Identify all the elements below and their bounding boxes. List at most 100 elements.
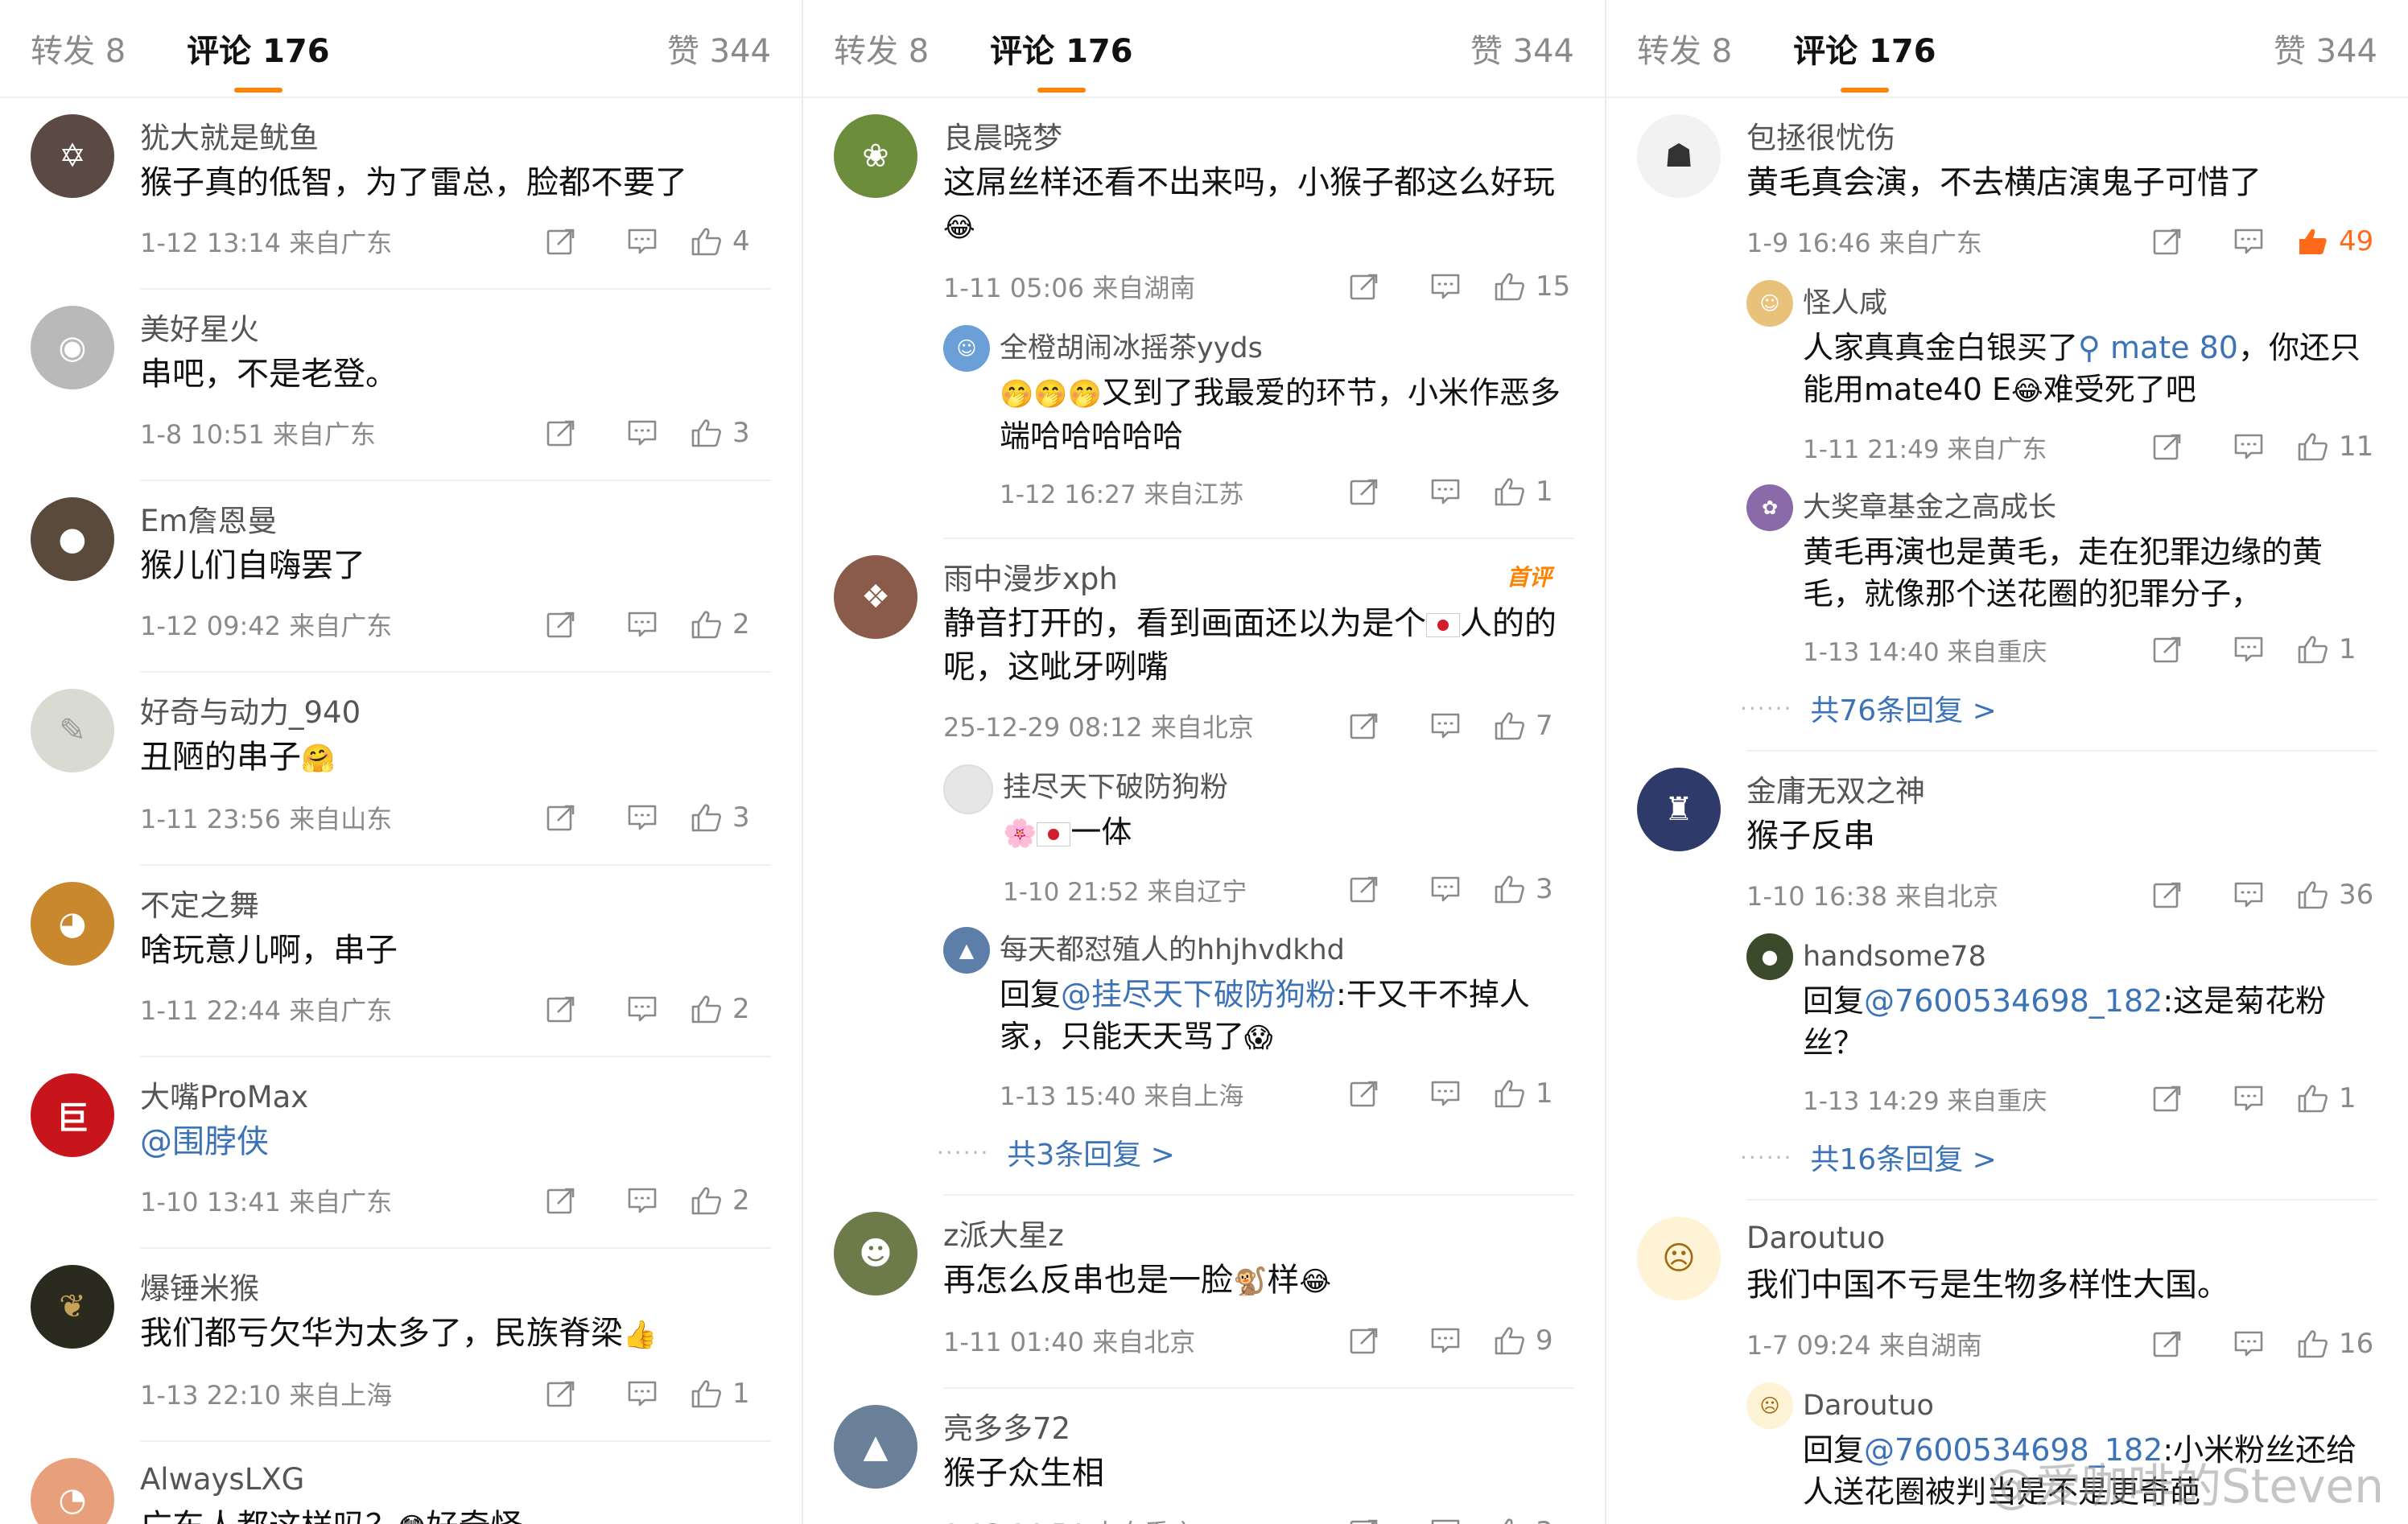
reply-button[interactable] xyxy=(2208,1083,2289,1114)
share-button[interactable] xyxy=(522,1378,602,1409)
share-button[interactable] xyxy=(522,609,602,640)
like-button[interactable]: 1 xyxy=(1494,476,1574,508)
reply-avatar[interactable]: ☹ xyxy=(1746,1382,1793,1429)
share-button[interactable] xyxy=(522,226,602,257)
share-button[interactable] xyxy=(2128,226,2208,257)
like-button[interactable]: 49 xyxy=(2297,225,2377,257)
like-button[interactable]: 16 xyxy=(2297,1328,2377,1360)
reply-button[interactable] xyxy=(602,226,682,257)
reply-button[interactable] xyxy=(2208,1328,2289,1359)
reply-username[interactable]: 全橙胡闹冰摇茶yyds xyxy=(1000,325,1574,372)
share-button[interactable] xyxy=(1325,1078,1405,1109)
reply-button[interactable] xyxy=(602,802,682,833)
avatar[interactable]: ◉ xyxy=(31,306,114,389)
reply-username[interactable]: 大奖章基金之高成长 xyxy=(1803,484,2377,531)
reply-button[interactable] xyxy=(1405,476,1486,507)
avatar[interactable]: ▲ xyxy=(834,1405,917,1489)
reply-avatar[interactable] xyxy=(943,764,993,814)
username[interactable]: Daroutuo xyxy=(1746,1221,1885,1255)
reply-button[interactable] xyxy=(602,994,682,1024)
reply-button[interactable] xyxy=(602,1378,682,1409)
like-button[interactable]: 4 xyxy=(691,225,771,257)
reply-button[interactable] xyxy=(602,1185,682,1216)
reply-username[interactable]: handsome78 xyxy=(1803,933,2377,980)
like-button[interactable]: 3 xyxy=(691,417,771,449)
reply-button[interactable] xyxy=(2208,226,2289,257)
like-button[interactable]: 3 xyxy=(1494,1516,1574,1524)
reply-button[interactable] xyxy=(1405,1325,1486,1356)
more-replies-link[interactable]: ······ 共3条回复 > xyxy=(937,1128,1574,1176)
reply-button[interactable] xyxy=(602,609,682,640)
reply-button[interactable] xyxy=(2208,431,2289,462)
avatar[interactable]: ☻ xyxy=(834,1212,917,1295)
share-button[interactable] xyxy=(1325,1517,1405,1524)
reply-button[interactable] xyxy=(1405,1517,1486,1524)
share-button[interactable] xyxy=(2128,431,2208,462)
reply-avatar[interactable]: ☺ xyxy=(1746,280,1793,327)
tab-forward[interactable]: 转发 8 xyxy=(1637,25,1732,72)
avatar[interactable]: ❖ xyxy=(834,555,917,639)
avatar[interactable]: ✎ xyxy=(31,689,114,772)
username[interactable]: 不定之舞 xyxy=(140,881,259,925)
like-button[interactable]: 15 xyxy=(1494,270,1574,303)
share-button[interactable] xyxy=(2128,634,2208,665)
reply-button[interactable] xyxy=(2208,879,2289,910)
reply-button[interactable] xyxy=(2208,634,2289,665)
avatar[interactable]: ◔ xyxy=(31,1458,114,1524)
username[interactable]: AlwaysLXG xyxy=(140,1462,304,1497)
search-link[interactable]: ⚲ mate 80 xyxy=(2078,330,2238,365)
reply-username[interactable]: 怪人咸 xyxy=(1803,280,2377,327)
username[interactable]: 爆锤米猴 xyxy=(140,1264,259,1308)
like-button[interactable]: 7 xyxy=(1494,710,1574,742)
like-button[interactable]: 2 xyxy=(691,1184,771,1217)
mention-link[interactable]: @挂尽天下破防狗粉 xyxy=(1061,977,1336,1012)
reply-button[interactable] xyxy=(602,418,682,448)
tab-comments[interactable]: 评论 176 xyxy=(187,25,330,93)
like-button[interactable]: 11 xyxy=(2297,430,2377,463)
tab-likes[interactable]: 赞 344 xyxy=(667,25,771,72)
avatar[interactable]: ☹ xyxy=(1637,1217,1721,1300)
reply-button[interactable] xyxy=(1405,711,1486,741)
like-button[interactable]: 1 xyxy=(691,1378,771,1410)
share-button[interactable] xyxy=(522,994,602,1024)
like-button[interactable]: 2 xyxy=(691,993,771,1025)
mention-link[interactable]: @围脖侠 xyxy=(140,1120,771,1164)
share-button[interactable] xyxy=(2128,879,2208,910)
reply-button[interactable] xyxy=(1405,271,1486,302)
tab-likes[interactable]: 赞 344 xyxy=(1470,25,1574,72)
username[interactable]: 大嘴ProMax xyxy=(140,1073,308,1116)
more-replies-link[interactable]: ······ 共16条回复 > xyxy=(1740,1133,2377,1181)
share-button[interactable] xyxy=(1325,1325,1405,1356)
like-button[interactable]: 1 xyxy=(1494,1077,1574,1110)
reply-avatar[interactable]: ● xyxy=(1746,933,1793,980)
share-button[interactable] xyxy=(1325,476,1405,507)
tab-comments[interactable]: 评论 176 xyxy=(990,25,1133,93)
tab-likes[interactable]: 赞 344 xyxy=(2274,25,2377,72)
username[interactable]: 包拯很忧伤 xyxy=(1746,113,1895,157)
like-button[interactable]: 2 xyxy=(691,608,771,640)
username[interactable]: Em詹恩曼 xyxy=(140,496,277,540)
reply-username[interactable]: 挂尽天下破防狗粉 xyxy=(1003,764,1574,811)
username[interactable]: 良晨晓梦 xyxy=(943,113,1062,157)
share-button[interactable] xyxy=(522,418,602,448)
like-button[interactable]: 3 xyxy=(691,801,771,834)
username[interactable]: 亮多多72 xyxy=(943,1404,1070,1448)
share-button[interactable] xyxy=(1325,874,1405,904)
reply-avatar[interactable]: ☺ xyxy=(943,325,990,372)
share-button[interactable] xyxy=(2128,1083,2208,1114)
share-button[interactable] xyxy=(2128,1328,2208,1359)
username[interactable]: z派大星z xyxy=(943,1211,1064,1254)
username[interactable]: 好奇与动力_940 xyxy=(140,688,361,731)
username[interactable]: 美好星火 xyxy=(140,305,259,348)
reply-button[interactable] xyxy=(1405,1078,1486,1109)
share-button[interactable] xyxy=(1325,271,1405,302)
username[interactable]: 犹大就是鱿鱼 xyxy=(140,113,319,157)
like-button[interactable]: 1 xyxy=(2297,633,2377,665)
share-button[interactable] xyxy=(522,1185,602,1216)
like-button[interactable]: 36 xyxy=(2297,879,2377,911)
reply-avatar[interactable]: ✿ xyxy=(1746,484,1793,531)
avatar[interactable]: ☗ xyxy=(1637,114,1721,198)
more-replies-link[interactable]: ······ 共76条回复 > xyxy=(1740,684,2377,732)
tab-forward[interactable]: 转发 8 xyxy=(31,25,126,72)
share-button[interactable] xyxy=(1325,711,1405,741)
